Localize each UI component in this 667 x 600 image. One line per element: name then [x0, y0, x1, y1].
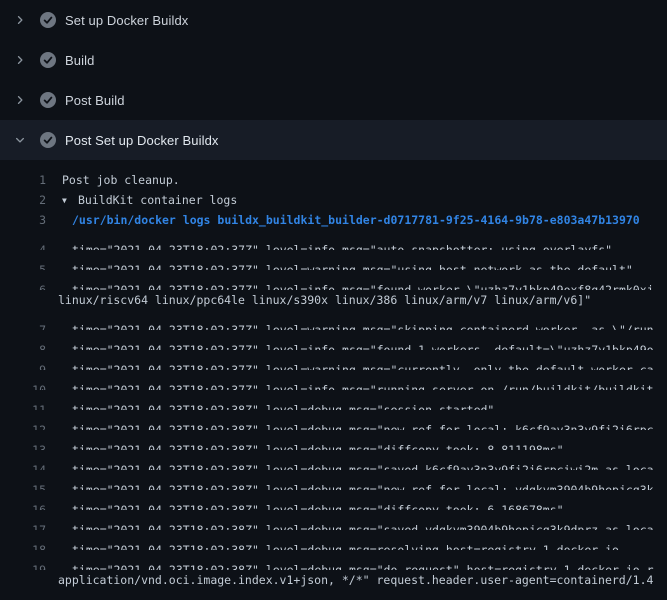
log-text: time="2021-04-23T18:02:37Z" level=info m…: [46, 380, 654, 390]
log-line: 14time="2021-04-23T18:02:38Z" level=debu…: [0, 450, 667, 470]
log-line: 3/usr/bin/docker logs buildx_buildkit_bu…: [0, 210, 667, 230]
group-title: BuildKit container logs: [78, 193, 237, 207]
log-line: 17time="2021-04-23T18:02:38Z" level=debu…: [0, 510, 667, 530]
success-check-icon: [40, 92, 56, 108]
step-label: Build: [65, 53, 94, 68]
log-text: time="2021-04-23T18:02:38Z" level=debug …: [46, 540, 619, 550]
log-line: 16time="2021-04-23T18:02:38Z" level=debu…: [0, 490, 667, 510]
log-text: time="2021-04-23T18:02:38Z" level=debug …: [46, 560, 654, 570]
log-text: linux/riscv64 linux/ppc64le linux/s390x …: [46, 290, 591, 310]
log-text: time="2021-04-23T18:02:37Z" level=warnin…: [46, 260, 633, 270]
line-number[interactable]: 19: [0, 560, 46, 570]
line-number[interactable]: 12: [0, 420, 46, 430]
line-number[interactable]: 17: [0, 520, 46, 530]
log-line: 9time="2021-04-23T18:02:37Z" level=warni…: [0, 350, 667, 370]
log-line: 4time="2021-04-23T18:02:37Z" level=info …: [0, 230, 667, 250]
log-line: 13time="2021-04-23T18:02:38Z" level=debu…: [0, 430, 667, 450]
line-number[interactable]: 3: [0, 210, 46, 230]
line-number[interactable]: 5: [0, 260, 46, 270]
log-line: 8time="2021-04-23T18:02:37Z" level=info …: [0, 330, 667, 350]
log-text: time="2021-04-23T18:02:38Z" level=debug …: [46, 460, 654, 470]
log-text: time="2021-04-23T18:02:37Z" level=warnin…: [46, 360, 654, 370]
step-row-set-up-docker-buildx[interactable]: Set up Docker Buildx: [0, 0, 667, 40]
line-number[interactable]: 11: [0, 400, 46, 410]
log-text: time="2021-04-23T18:02:37Z" level=warnin…: [46, 320, 654, 330]
log-line-continuation: application/vnd.oci.image.index.v1+json,…: [0, 570, 667, 590]
log-text: time="2021-04-23T18:02:37Z" level=info m…: [46, 240, 612, 250]
log-text: time="2021-04-23T18:02:38Z" level=debug …: [46, 420, 654, 430]
line-number[interactable]: 15: [0, 480, 46, 490]
step-list: Set up Docker Buildx Build Post Build Post …: [0, 0, 667, 160]
log-text: time="2021-04-23T18:02:37Z" level=info m…: [46, 280, 654, 290]
chevron-right-icon[interactable]: [12, 52, 28, 68]
step-row-build[interactable]: Build: [0, 40, 667, 80]
log-line: 18time="2021-04-23T18:02:38Z" level=debu…: [0, 530, 667, 550]
step-label: Set up Docker Buildx: [65, 13, 188, 28]
success-check-icon: [40, 132, 56, 148]
log-text: time="2021-04-23T18:02:38Z" level=debug …: [46, 400, 494, 410]
log-text: application/vnd.oci.image.index.v1+json,…: [46, 570, 653, 590]
log-text: time="2021-04-23T18:02:38Z" level=debug …: [46, 520, 654, 530]
group-expander-triangle-icon[interactable]: ▼: [62, 191, 78, 211]
line-number[interactable]: 1: [0, 170, 46, 190]
log-text: time="2021-04-23T18:02:38Z" level=debug …: [46, 480, 654, 490]
line-number[interactable]: 8: [0, 340, 46, 350]
line-number[interactable]: 2: [0, 190, 46, 210]
step-label: Post Build: [65, 93, 125, 108]
chevron-right-icon[interactable]: [12, 92, 28, 108]
log-line: 12time="2021-04-23T18:02:38Z" level=debu…: [0, 410, 667, 430]
line-number[interactable]: 14: [0, 460, 46, 470]
success-check-icon: [40, 12, 56, 28]
line-number[interactable]: 4: [0, 240, 46, 250]
log-line: 5time="2021-04-23T18:02:37Z" level=warni…: [0, 250, 667, 270]
actions-log-viewer: Set up Docker Buildx Build Post Build Post …: [0, 0, 667, 600]
line-number[interactable]: 16: [0, 500, 46, 510]
line-number[interactable]: 9: [0, 360, 46, 370]
command-text[interactable]: /usr/bin/docker logs buildx_buildkit_bui…: [46, 210, 640, 230]
chevron-right-icon[interactable]: [12, 12, 28, 28]
line-number[interactable]: 6: [0, 280, 46, 290]
step-label: Post Set up Docker Buildx: [65, 133, 219, 148]
success-check-icon: [40, 52, 56, 68]
chevron-down-icon[interactable]: [12, 132, 28, 148]
line-number[interactable]: 10: [0, 380, 46, 390]
step-row-post-build[interactable]: Post Build: [0, 80, 667, 120]
log-text: Post job cleanup.: [46, 170, 180, 190]
log-line: 6time="2021-04-23T18:02:37Z" level=info …: [0, 270, 667, 290]
log-line: 20time="2021-04-23T18:02:38Z" level=debu…: [0, 590, 667, 600]
log-line: 7time="2021-04-23T18:02:37Z" level=warni…: [0, 310, 667, 330]
line-number: [0, 570, 46, 590]
line-number: [0, 290, 46, 310]
log-line: 2▼BuildKit container logs: [0, 190, 667, 210]
line-number[interactable]: 7: [0, 320, 46, 330]
step-row-post-set-up-docker-buildx[interactable]: Post Set up Docker Buildx: [0, 120, 667, 160]
log-line-continuation: linux/riscv64 linux/ppc64le linux/s390x …: [0, 290, 667, 310]
log-line: 11time="2021-04-23T18:02:38Z" level=debu…: [0, 390, 667, 410]
log-line: 19time="2021-04-23T18:02:38Z" level=debu…: [0, 550, 667, 570]
log-text: time="2021-04-23T18:02:37Z" level=info m…: [46, 340, 654, 350]
log-output: 1Post job cleanup.2▼BuildKit container l…: [0, 160, 667, 600]
log-text: time="2021-04-23T18:02:38Z" level=debug …: [46, 440, 564, 450]
log-line: 10time="2021-04-23T18:02:37Z" level=info…: [0, 370, 667, 390]
line-number[interactable]: 13: [0, 440, 46, 450]
log-text: ▼BuildKit container logs: [46, 190, 237, 210]
line-number[interactable]: 18: [0, 540, 46, 550]
log-line: 15time="2021-04-23T18:02:38Z" level=debu…: [0, 470, 667, 490]
log-text: time="2021-04-23T18:02:38Z" level=debug …: [46, 500, 564, 510]
log-line: 1Post job cleanup.: [0, 170, 667, 190]
